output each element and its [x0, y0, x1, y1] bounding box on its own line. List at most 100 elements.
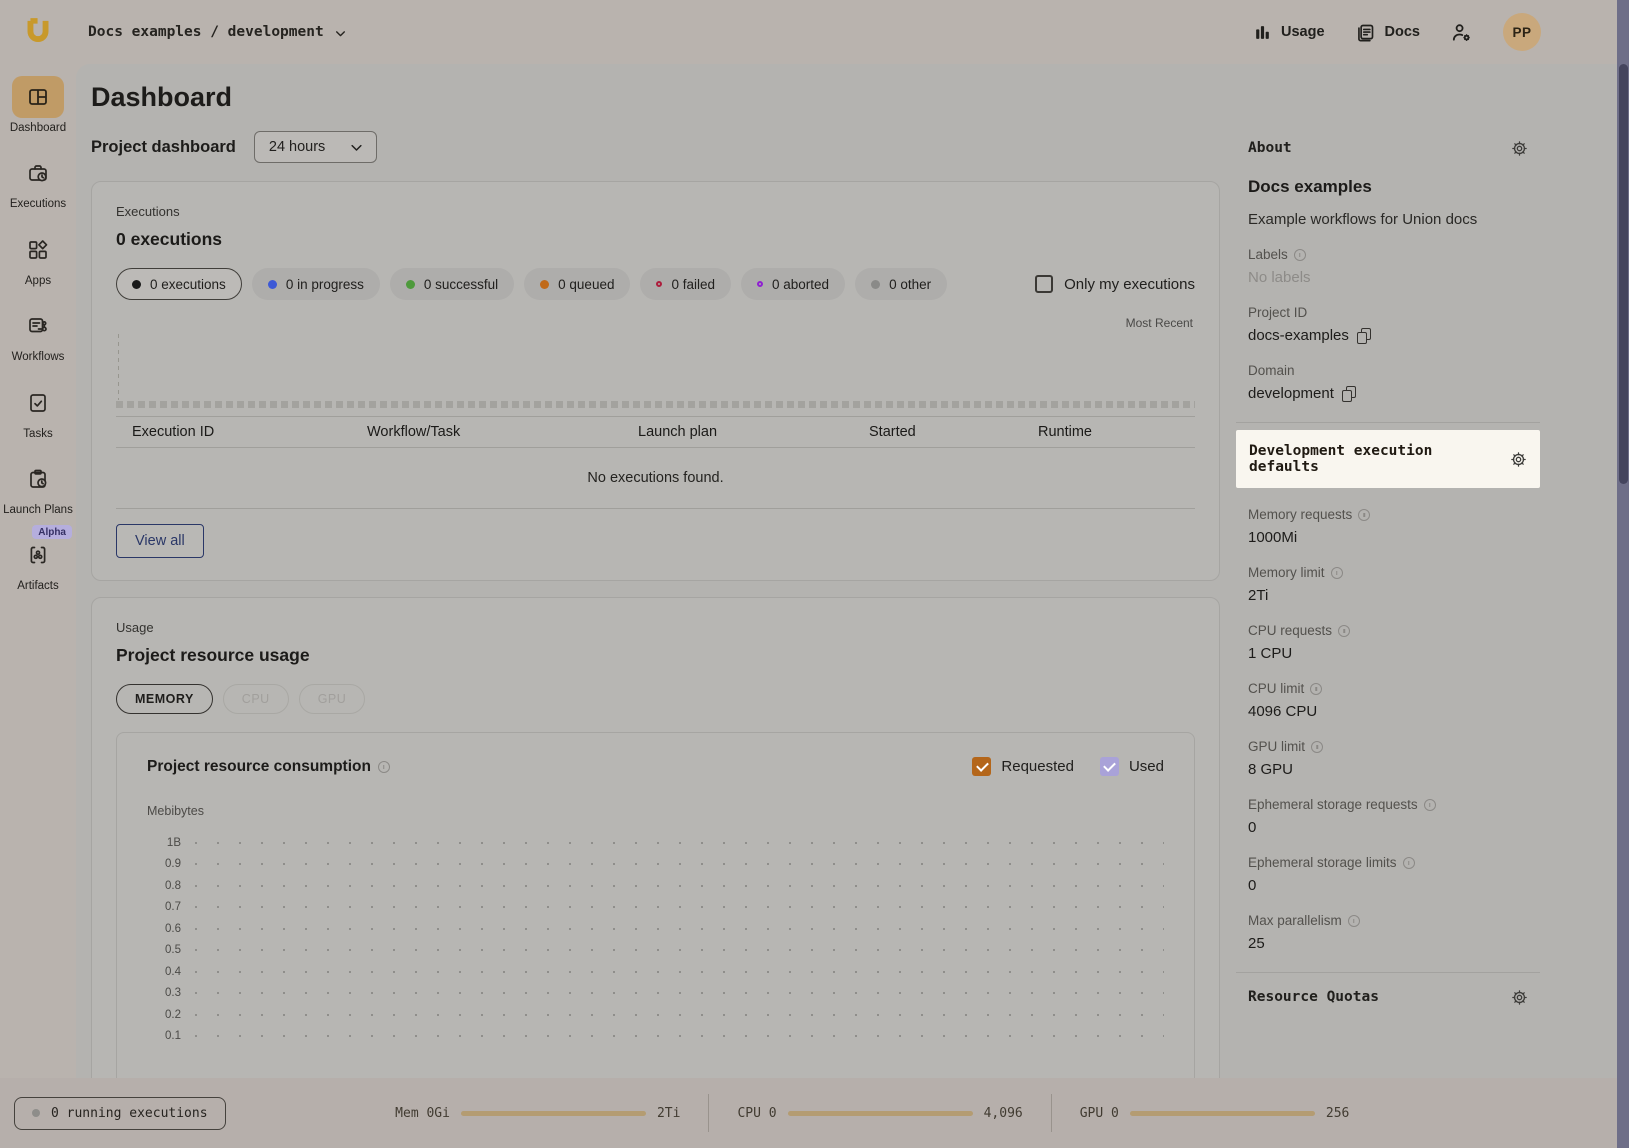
tab-memory[interactable]: MEMORY: [116, 684, 213, 714]
executions-card: Executions 0 executions 0 executions: [91, 181, 1220, 581]
breadcrumb[interactable]: Docs examples / development: [88, 24, 347, 40]
avatar[interactable]: PP: [1503, 13, 1541, 51]
gear-icon: [1510, 451, 1527, 468]
info-icon[interactable]: [1358, 509, 1370, 521]
admin-button[interactable]: [1450, 21, 1473, 44]
docs-icon: [1355, 22, 1376, 43]
legend-requested-toggle[interactable]: Requested: [972, 757, 1074, 776]
tab-gpu[interactable]: GPU: [299, 684, 366, 714]
field-label: Domain: [1248, 363, 1295, 378]
empty-state-message: No executions found.: [116, 448, 1195, 509]
panel-divider: [1236, 972, 1540, 973]
sidebar-item-executions[interactable]: Executions: [2, 152, 74, 211]
timeline-baseline: [116, 401, 1195, 408]
about-settings-button[interactable]: [1511, 140, 1528, 157]
table-header-launch-plan: Launch plan: [638, 424, 869, 440]
filter-chip-successful[interactable]: 0 successful: [390, 268, 514, 300]
info-icon[interactable]: [1424, 799, 1436, 811]
meter-divider: [708, 1094, 709, 1132]
sidebar-item-label: Workflows: [12, 350, 65, 364]
y-tick: 0.1: [147, 1030, 181, 1042]
table-header-runtime: Runtime: [1038, 424, 1195, 440]
meter-label: GPU 0: [1080, 1106, 1119, 1121]
project-id-field: Project ID docs-examples: [1248, 305, 1540, 344]
panel-divider: [1236, 422, 1540, 423]
table-header-execution-id: Execution ID: [132, 424, 367, 440]
only-my-executions-toggle[interactable]: Only my executions: [1035, 275, 1195, 293]
resource-tabs: MEMORY CPU GPU: [116, 684, 1195, 714]
labels-field: Labels No labels: [1248, 247, 1540, 286]
info-icon[interactable]: [1403, 857, 1415, 869]
field-label: Memory requests: [1248, 507, 1352, 522]
filter-chip-aborted[interactable]: 0 aborted: [741, 268, 845, 300]
legend-used-toggle[interactable]: Used: [1100, 757, 1164, 776]
running-executions-pill[interactable]: 0 running executions: [14, 1097, 226, 1130]
consumption-chart-card: Project resource consumption Requested: [116, 732, 1195, 1078]
copy-icon[interactable]: [1342, 386, 1356, 402]
meter-max: 4,096: [984, 1106, 1023, 1121]
status-dot: [268, 280, 277, 289]
filter-chip-in-progress[interactable]: 0 in progress: [252, 268, 380, 300]
sidebar-item-apps[interactable]: Apps: [2, 229, 74, 288]
sidebar-item-artifacts[interactable]: Alpha Artifacts: [2, 534, 74, 593]
table-header-workflow-task: Workflow/Task: [367, 424, 638, 440]
card-eyebrow: Usage: [116, 620, 1195, 635]
info-icon[interactable]: [1331, 567, 1343, 579]
checkbox-checked[interactable]: [972, 757, 991, 776]
usage-link[interactable]: Usage: [1253, 23, 1325, 42]
meter-label: CPU 0: [737, 1106, 776, 1121]
docs-link[interactable]: Docs: [1355, 22, 1420, 43]
gpu-meter-bar: [1130, 1111, 1315, 1116]
field-label: CPU requests: [1248, 623, 1332, 638]
section-title: Project dashboard: [91, 138, 236, 157]
usage-title: Project resource usage: [116, 645, 1195, 666]
filter-chip-failed[interactable]: 0 failed: [640, 268, 731, 300]
meter-label: Mem 0Gi: [395, 1106, 450, 1121]
info-icon[interactable]: [1294, 249, 1306, 261]
union-logo[interactable]: [22, 16, 54, 48]
execution-defaults-settings-button[interactable]: [1510, 451, 1527, 468]
running-executions-label: 0 running executions: [51, 1106, 208, 1121]
artifacts-icon: [26, 543, 50, 567]
y-tick: 0.9: [147, 858, 181, 870]
status-filter-chips: 0 executions 0 in progress 0 successful: [116, 268, 947, 300]
usage-card: Usage Project resource usage MEMORY CPU …: [91, 597, 1220, 1078]
memory-meter: Mem 0Gi 2Ti: [395, 1106, 680, 1121]
info-icon[interactable]: [1348, 915, 1360, 927]
page-scrollbar[interactable]: [1617, 0, 1629, 1148]
field-value: 2Ti: [1248, 587, 1540, 604]
view-all-button[interactable]: View all: [116, 524, 204, 558]
filter-chip-other[interactable]: 0 other: [855, 268, 947, 300]
field-label: GPU limit: [1248, 739, 1305, 754]
sidebar-item-tasks[interactable]: Tasks: [2, 382, 74, 441]
info-icon[interactable]: [1338, 625, 1350, 637]
y-tick: 0.3: [147, 987, 181, 999]
filter-chip-queued[interactable]: 0 queued: [524, 268, 630, 300]
resource-quotas-settings-button[interactable]: [1511, 989, 1528, 1006]
checkbox-checked[interactable]: [1100, 757, 1119, 776]
sidebar-item-label: Dashboard: [10, 121, 66, 135]
copy-icon[interactable]: [1357, 328, 1371, 344]
sidebar-item-label: Tasks: [23, 427, 52, 441]
sidebar-item-workflows[interactable]: Workflows: [2, 305, 74, 364]
sidebar-item-launch-plans[interactable]: Launch Plans: [2, 458, 74, 517]
status-bar: 0 running executions Mem 0Gi 2Ti CPU 0 4…: [0, 1078, 1629, 1148]
apps-icon: [26, 238, 50, 262]
scrollbar-thumb[interactable]: [1619, 64, 1628, 484]
filter-chip-executions[interactable]: 0 executions: [116, 268, 242, 300]
field-value: 0: [1248, 877, 1540, 894]
field-label: Max parallelism: [1248, 913, 1342, 928]
resource-meters: Mem 0Gi 2Ti CPU 0 4,096 GPU 0 256: [395, 1094, 1349, 1132]
info-icon[interactable]: [378, 761, 390, 773]
checkbox-unchecked[interactable]: [1035, 275, 1053, 293]
time-range-select[interactable]: 24 hours: [254, 131, 377, 163]
executions-table-header: Execution ID Workflow/Task Launch plan S…: [116, 416, 1195, 448]
field-value: 25: [1248, 935, 1540, 952]
meter-divider: [1051, 1094, 1052, 1132]
tab-cpu[interactable]: CPU: [223, 684, 289, 714]
gpu-meter: GPU 0 256: [1080, 1106, 1350, 1121]
filter-chip-label: 0 successful: [424, 277, 498, 292]
info-icon[interactable]: [1310, 683, 1322, 695]
sidebar-item-dashboard[interactable]: Dashboard: [2, 76, 74, 135]
info-icon[interactable]: [1311, 741, 1323, 753]
